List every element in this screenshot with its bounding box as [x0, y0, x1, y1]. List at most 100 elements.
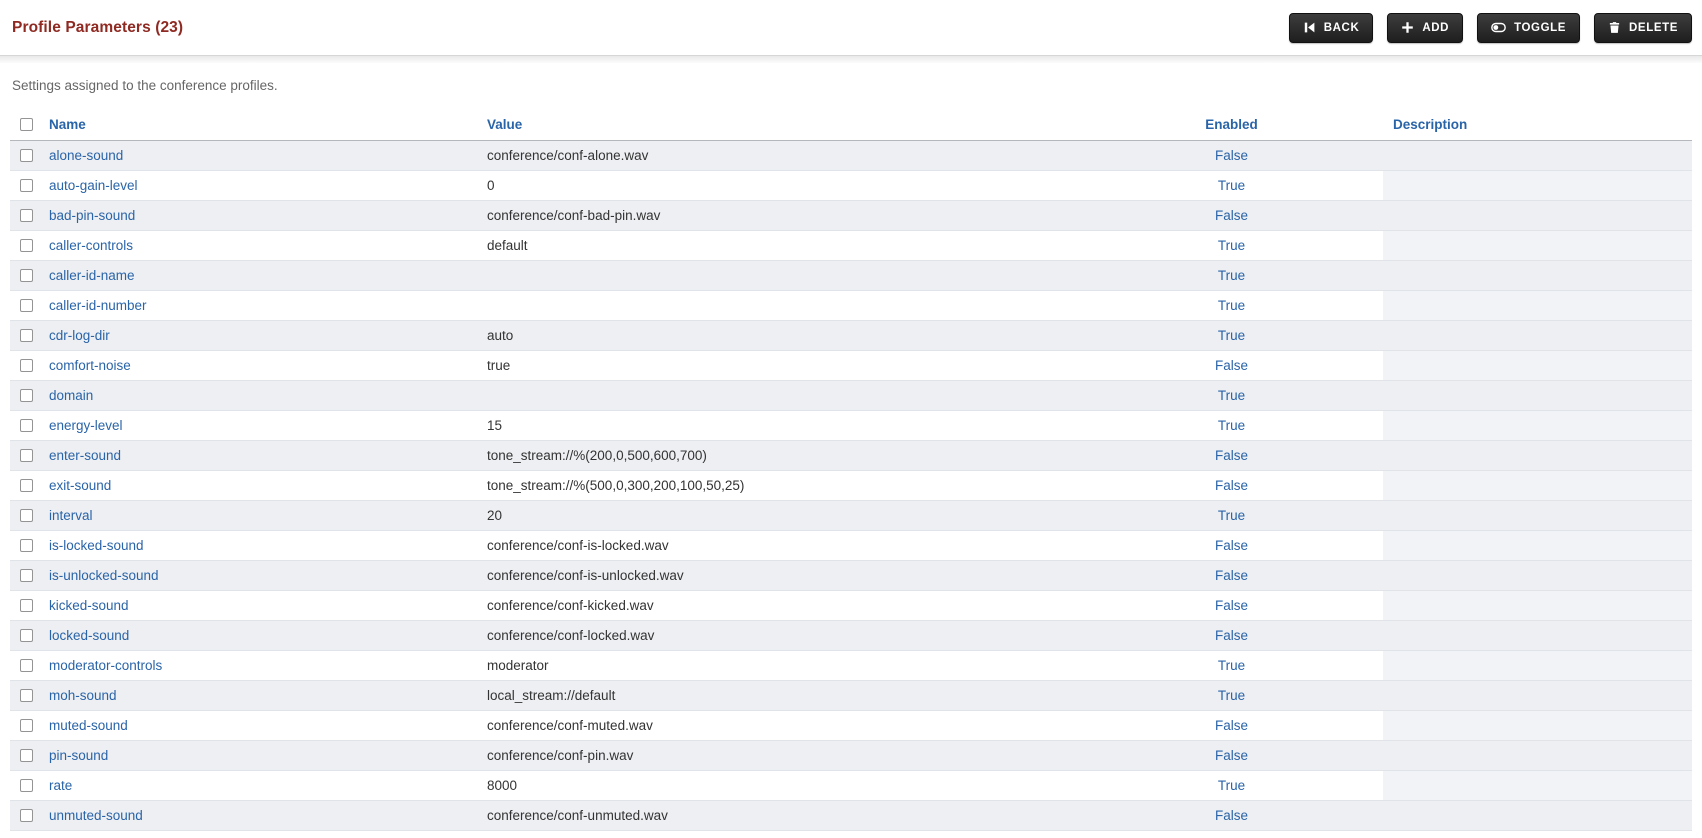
- parameter-enabled-link[interactable]: False: [1215, 598, 1248, 613]
- parameter-name-link[interactable]: moderator-controls: [49, 658, 162, 673]
- parameter-enabled-link[interactable]: False: [1215, 448, 1248, 463]
- parameter-name-link[interactable]: pin-sound: [49, 748, 108, 763]
- parameter-enabled-link[interactable]: True: [1218, 778, 1245, 793]
- row-checkbox[interactable]: [20, 508, 33, 522]
- row-checkbox[interactable]: [20, 718, 33, 732]
- parameter-enabled-link[interactable]: False: [1215, 748, 1248, 763]
- parameter-name-link[interactable]: auto-gain-level: [49, 178, 138, 193]
- delete-button-label: DELETE: [1629, 21, 1678, 34]
- table-row: domain True: [10, 380, 1692, 411]
- parameter-name-link[interactable]: caller-controls: [49, 238, 133, 253]
- row-checkbox[interactable]: [20, 628, 33, 642]
- parameter-name-link[interactable]: bad-pin-sound: [49, 208, 135, 223]
- parameter-name-link[interactable]: interval: [49, 508, 93, 523]
- column-header-description[interactable]: Description: [1393, 117, 1467, 132]
- parameter-enabled-link[interactable]: True: [1218, 418, 1245, 433]
- parameter-value: 0: [477, 170, 1080, 201]
- parameter-enabled-link[interactable]: True: [1218, 238, 1245, 253]
- row-checkbox[interactable]: [20, 178, 33, 192]
- parameter-enabled-link[interactable]: False: [1215, 808, 1248, 823]
- parameter-enabled-link[interactable]: False: [1215, 718, 1248, 733]
- parameter-name-link[interactable]: moh-sound: [49, 688, 117, 703]
- parameter-value: auto: [477, 320, 1080, 351]
- parameter-enabled-link[interactable]: False: [1215, 148, 1248, 163]
- toggle-button[interactable]: TOGGLE: [1477, 12, 1581, 43]
- parameter-value: conference/conf-pin.wav: [477, 740, 1080, 771]
- parameter-name-link[interactable]: is-locked-sound: [49, 538, 144, 553]
- row-checkbox-cell: [10, 590, 39, 621]
- parameter-enabled-link[interactable]: True: [1218, 688, 1245, 703]
- parameter-name-link[interactable]: domain: [49, 388, 93, 403]
- row-checkbox[interactable]: [20, 598, 33, 612]
- row-checkbox-cell: [10, 170, 39, 201]
- parameter-enabled-link[interactable]: True: [1218, 178, 1245, 193]
- row-checkbox-cell: [10, 650, 39, 681]
- parameter-name-link[interactable]: rate: [49, 778, 72, 793]
- row-checkbox[interactable]: [20, 808, 33, 822]
- parameter-name-link[interactable]: caller-id-number: [49, 298, 147, 313]
- parameter-description: [1383, 800, 1692, 831]
- row-checkbox[interactable]: [20, 478, 33, 492]
- parameter-name-link[interactable]: locked-sound: [49, 628, 129, 643]
- row-checkbox[interactable]: [20, 238, 33, 252]
- row-checkbox[interactable]: [20, 358, 33, 372]
- parameter-name-link[interactable]: muted-sound: [49, 718, 128, 733]
- parameter-name-link[interactable]: kicked-sound: [49, 598, 129, 613]
- row-checkbox-cell: [10, 140, 39, 171]
- row-checkbox-cell: [10, 470, 39, 501]
- back-button[interactable]: BACK: [1288, 12, 1374, 43]
- parameter-value: tone_stream://%(500,0,300,200,100,50,25): [477, 470, 1080, 501]
- column-header-value[interactable]: Value: [487, 117, 522, 132]
- column-header-name[interactable]: Name: [49, 117, 86, 132]
- parameter-name-link[interactable]: caller-id-name: [49, 268, 135, 283]
- row-checkbox[interactable]: [20, 418, 33, 432]
- row-checkbox[interactable]: [20, 208, 33, 222]
- parameter-enabled-link[interactable]: False: [1215, 628, 1248, 643]
- row-checkbox[interactable]: [20, 148, 33, 162]
- parameter-enabled-link[interactable]: True: [1218, 658, 1245, 673]
- row-checkbox[interactable]: [20, 658, 33, 672]
- row-checkbox[interactable]: [20, 328, 33, 342]
- parameter-enabled-link[interactable]: False: [1215, 478, 1248, 493]
- row-checkbox[interactable]: [20, 388, 33, 402]
- row-checkbox[interactable]: [20, 448, 33, 462]
- column-header-enabled[interactable]: Enabled: [1205, 117, 1258, 132]
- parameter-description: [1383, 200, 1692, 231]
- table-row: comfort-noise true False: [10, 350, 1692, 381]
- toolbar: BACK ADD TOGGLE DELETE: [1288, 12, 1692, 43]
- parameter-value: moderator: [477, 650, 1080, 681]
- parameter-enabled-link[interactable]: True: [1218, 268, 1245, 283]
- parameter-name-link[interactable]: cdr-log-dir: [49, 328, 110, 343]
- parameter-name-link[interactable]: unmuted-sound: [49, 808, 143, 823]
- parameter-name-link[interactable]: enter-sound: [49, 448, 121, 463]
- parameter-description: [1383, 440, 1692, 471]
- parameter-name-link[interactable]: exit-sound: [49, 478, 111, 493]
- parameter-name-link[interactable]: alone-sound: [49, 148, 123, 163]
- delete-button[interactable]: DELETE: [1594, 12, 1692, 43]
- parameter-enabled-link[interactable]: False: [1215, 208, 1248, 223]
- parameter-enabled-link[interactable]: True: [1218, 388, 1245, 403]
- parameter-enabled-link[interactable]: False: [1215, 538, 1248, 553]
- parameter-value: tone_stream://%(200,0,500,600,700): [477, 440, 1080, 471]
- parameter-name-link[interactable]: comfort-noise: [49, 358, 131, 373]
- row-checkbox[interactable]: [20, 688, 33, 702]
- parameter-description: [1383, 230, 1692, 261]
- parameter-enabled-link[interactable]: True: [1218, 508, 1245, 523]
- parameter-name-link[interactable]: energy-level: [49, 418, 123, 433]
- parameter-description: [1383, 170, 1692, 201]
- row-checkbox-cell: [10, 260, 39, 291]
- row-checkbox[interactable]: [20, 568, 33, 582]
- add-button[interactable]: ADD: [1387, 12, 1464, 43]
- parameter-name-link[interactable]: is-unlocked-sound: [49, 568, 159, 583]
- row-checkbox[interactable]: [20, 298, 33, 312]
- select-all-checkbox[interactable]: [20, 118, 33, 132]
- parameter-enabled-link[interactable]: False: [1215, 568, 1248, 583]
- parameter-value: conference/conf-is-locked.wav: [477, 530, 1080, 561]
- row-checkbox[interactable]: [20, 538, 33, 552]
- row-checkbox[interactable]: [20, 268, 33, 282]
- parameter-enabled-link[interactable]: True: [1218, 328, 1245, 343]
- row-checkbox[interactable]: [20, 748, 33, 762]
- parameter-enabled-link[interactable]: False: [1215, 358, 1248, 373]
- parameter-enabled-link[interactable]: True: [1218, 298, 1245, 313]
- row-checkbox[interactable]: [20, 778, 33, 792]
